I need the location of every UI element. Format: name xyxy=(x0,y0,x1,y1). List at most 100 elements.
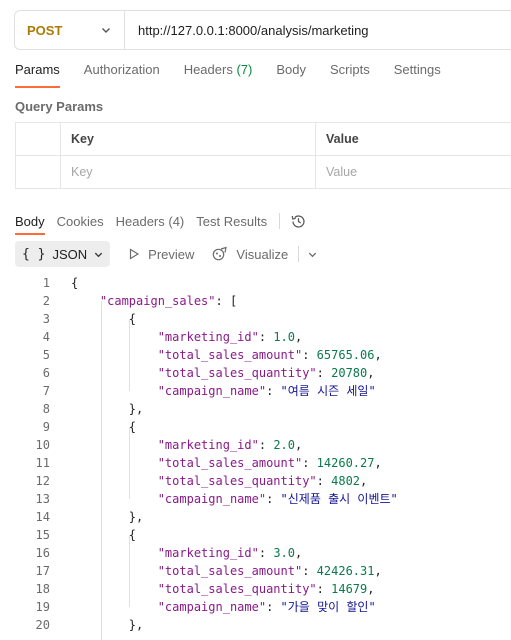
line-number: 15 xyxy=(35,528,50,542)
method-select[interactable]: POST xyxy=(15,11,125,49)
code-line: 6 "total_sales_quantity": 20780, xyxy=(0,364,511,382)
code-text: "campaign_name": "여름 시즌 세일" xyxy=(157,384,376,398)
request-bar: POST http://127.0.0.1:8000/analysis/mark… xyxy=(14,10,511,50)
url-input[interactable]: http://127.0.0.1:8000/analysis/marketing xyxy=(125,23,369,38)
method-label: POST xyxy=(27,22,63,38)
code-text: "marketing_id": 2.0, xyxy=(157,438,303,452)
line-number: 4 xyxy=(42,330,50,344)
code-line: 9 { xyxy=(0,418,511,436)
code-line: 17 "total_sales_amount": 42426.31, xyxy=(0,562,511,580)
line-number: 13 xyxy=(35,492,50,506)
line-number: 6 xyxy=(42,366,50,380)
chevron-down-icon xyxy=(102,28,110,33)
line-number: 17 xyxy=(35,564,50,578)
key-input[interactable]: Key xyxy=(60,155,316,189)
code-line: 3 { xyxy=(0,310,511,328)
code-text: }, xyxy=(71,510,144,524)
line-number: 7 xyxy=(42,384,50,398)
tab-scripts[interactable]: Scripts xyxy=(330,62,370,86)
code-line: 2 "campaign_sales": [ xyxy=(0,292,511,310)
tab-body[interactable]: Body xyxy=(276,62,306,86)
visualize-icon xyxy=(213,246,228,261)
response-view-bar: { } JSON Preview Visualize xyxy=(15,241,318,267)
visualize-button[interactable]: Visualize xyxy=(212,246,288,262)
tab-headers[interactable]: Headers (7) xyxy=(184,62,253,86)
tab-response-body[interactable]: Body xyxy=(15,214,45,235)
response-headers-count: (4) xyxy=(168,213,185,229)
line-number: 2 xyxy=(42,294,50,308)
line-number: 18 xyxy=(35,582,50,596)
query-params-table: Key Value Key Value xyxy=(15,122,511,189)
code-text: "total_sales_quantity": 4802, xyxy=(157,474,368,488)
tab-settings[interactable]: Settings xyxy=(394,62,441,86)
code-line: 8 }, xyxy=(0,400,511,418)
code-text: "campaign_sales": [ xyxy=(99,294,238,308)
code-line: 5 "total_sales_amount": 65765.06, xyxy=(0,346,511,364)
chevron-down-icon xyxy=(94,252,103,257)
value-column-header: Value xyxy=(315,122,511,156)
code-text: }, xyxy=(71,618,144,632)
code-line: 18 "total_sales_quantity": 14679, xyxy=(0,580,511,598)
value-input[interactable]: Value xyxy=(315,155,511,189)
code-text: { xyxy=(71,276,79,290)
table-row: Key Value xyxy=(15,155,511,189)
line-number: 10 xyxy=(35,438,50,452)
play-icon xyxy=(130,248,140,260)
code-text: { xyxy=(71,312,137,326)
code-text: }, xyxy=(71,402,144,416)
line-number: 12 xyxy=(35,474,50,488)
line-number: 20 xyxy=(35,618,50,632)
code-text: "total_sales_amount": 14260.27, xyxy=(157,456,382,470)
code-line: 20 }, xyxy=(0,616,511,634)
code-line: 13 "campaign_name": "신제품 출시 이벤트" xyxy=(0,490,511,508)
preview-button[interactable]: Preview xyxy=(128,247,194,262)
tab-params[interactable]: Params xyxy=(15,62,60,88)
code-line: 12 "total_sales_quantity": 4802, xyxy=(0,472,511,490)
code-line: 14 }, xyxy=(0,508,511,526)
braces-icon: { } xyxy=(22,246,46,262)
code-text: { xyxy=(71,528,137,542)
format-dropdown[interactable]: { } JSON xyxy=(15,241,111,267)
line-number: 9 xyxy=(42,420,50,434)
checkbox-header-cell xyxy=(15,122,61,156)
history-icon[interactable] xyxy=(290,213,307,230)
code-text: "total_sales_amount": 65765.06, xyxy=(157,348,382,362)
headers-count: (7) xyxy=(236,62,253,77)
line-number: 16 xyxy=(35,546,50,560)
key-column-header: Key xyxy=(60,122,316,156)
tab-authorization[interactable]: Authorization xyxy=(84,62,160,86)
tab-cookies[interactable]: Cookies xyxy=(57,214,104,229)
format-label: JSON xyxy=(52,246,88,262)
code-text: "total_sales_quantity": 20780, xyxy=(157,366,375,380)
code-text: "marketing_id": 3.0, xyxy=(157,546,303,560)
code-text: { xyxy=(71,420,137,434)
code-line: 19 "campaign_name": "가을 맞이 할인" xyxy=(0,598,511,616)
code-text: "total_sales_quantity": 14679, xyxy=(157,582,375,596)
table-header-row: Key Value xyxy=(15,122,511,156)
code-line: 16 "marketing_id": 3.0, xyxy=(0,544,511,562)
tab-test-results[interactable]: Test Results xyxy=(196,214,267,229)
code-text: "total_sales_amount": 42426.31, xyxy=(157,564,382,578)
divider xyxy=(298,246,300,262)
chevron-down-icon[interactable] xyxy=(307,249,318,260)
request-tabs: Params Authorization Headers (7) Body Sc… xyxy=(15,62,465,90)
code-line: 1{ xyxy=(0,274,511,292)
line-number: 14 xyxy=(35,510,50,524)
code-text: "campaign_name": "가을 맞이 할인" xyxy=(157,600,376,614)
response-json-viewer: 1{2 "campaign_sales": [3 {4 "marketing_i… xyxy=(0,274,511,640)
row-checkbox-cell xyxy=(15,155,61,189)
code-text: "marketing_id": 1.0, xyxy=(157,330,303,344)
divider xyxy=(279,213,281,229)
line-number: 5 xyxy=(42,348,50,362)
line-number: 1 xyxy=(42,276,50,290)
code-line: 15 { xyxy=(0,526,511,544)
query-params-title: Query Params xyxy=(15,99,104,114)
code-line: 7 "campaign_name": "여름 시즌 세일" xyxy=(0,382,511,400)
code-line: 11 "total_sales_amount": 14260.27, xyxy=(0,454,511,472)
line-number: 11 xyxy=(35,456,50,470)
line-number: 19 xyxy=(35,600,50,614)
tab-response-headers[interactable]: Headers (4) xyxy=(116,214,185,229)
code-lines: 1{2 "campaign_sales": [3 {4 "marketing_i… xyxy=(0,274,511,634)
line-number: 8 xyxy=(42,402,50,416)
code-line: 10 "marketing_id": 2.0, xyxy=(0,436,511,454)
